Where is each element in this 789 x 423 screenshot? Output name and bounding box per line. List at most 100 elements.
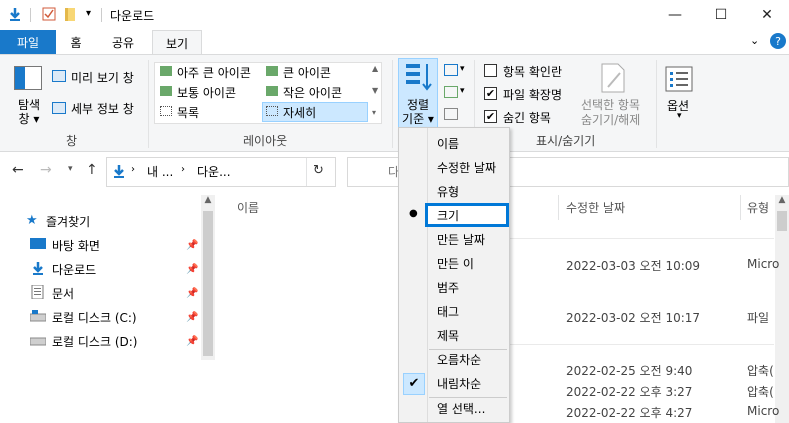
layout-large[interactable]: 큰 아이콘 <box>283 64 331 81</box>
sidebar-item-label: 로컬 디스크 (D:) <box>52 334 138 349</box>
navigation-pane-label2[interactable]: 창 ▾ <box>14 110 44 127</box>
pin-icon[interactable]: 📌 <box>186 336 198 347</box>
details-pane-button[interactable]: 세부 정보 창 <box>71 100 134 117</box>
sidebar-item-label: 로컬 디스크 (C:) <box>52 310 137 325</box>
tab-view[interactable]: 보기 <box>152 30 202 55</box>
layout-extra-large[interactable]: 아주 큰 아이콘 <box>177 64 251 81</box>
ribbon-separator <box>148 60 149 148</box>
ribbon-separator <box>656 60 657 148</box>
item-checkboxes-checkbox[interactable] <box>484 64 497 77</box>
refresh-icon[interactable]: ↻ <box>313 163 324 178</box>
breadcrumb-chevron-icon[interactable]: › <box>131 164 135 175</box>
forward-arrow-icon[interactable]: → <box>40 162 52 178</box>
details-icon <box>266 106 278 116</box>
recent-locations-icon[interactable]: ▾ <box>68 164 73 174</box>
column-header-type[interactable]: 유형 <box>747 199 769 216</box>
sidebar-item-label: 문서 <box>52 286 75 301</box>
tab-file[interactable]: 파일 <box>0 30 56 54</box>
close-button[interactable]: ✕ <box>744 0 789 30</box>
customize-qa-icon[interactable]: ▾ <box>86 8 91 19</box>
pin-icon[interactable]: 📌 <box>186 240 198 251</box>
breadcrumb-downloads[interactable]: 다운... <box>197 163 231 180</box>
row-type: Micro <box>747 257 780 271</box>
menu-item-title[interactable]: 제목 <box>399 323 509 347</box>
preview-pane-button[interactable]: 미리 보기 창 <box>71 69 134 86</box>
menu-item-type[interactable]: 유형 <box>399 179 509 203</box>
gallery-more-icon[interactable]: ▾ <box>372 108 376 117</box>
extra-large-icons-icon <box>160 66 172 76</box>
menu-item-modified[interactable]: 수정한 날짜 <box>399 155 509 179</box>
properties-icon[interactable] <box>42 7 56 21</box>
column-divider[interactable] <box>558 195 559 220</box>
qa-separator <box>30 8 31 22</box>
menu-item-name[interactable]: 이름 <box>399 131 509 155</box>
ribbon-separator <box>392 60 393 148</box>
layout-list[interactable]: 목록 <box>177 104 199 121</box>
hidden-items-label[interactable]: 숨긴 항목 <box>503 109 551 126</box>
back-arrow-icon[interactable]: ← <box>12 162 24 178</box>
sidebar-item-documents[interactable]: 문서 <box>30 282 74 304</box>
menu-item-author[interactable]: 만든 이 <box>399 251 509 275</box>
new-folder-icon[interactable] <box>64 7 78 21</box>
column-header-modified[interactable]: 수정한 날짜 <box>566 199 625 216</box>
maximize-button[interactable]: ☐ <box>698 0 744 30</box>
gallery-up-icon[interactable]: ▲ <box>372 64 378 73</box>
address-separator <box>306 158 307 186</box>
add-columns-icon[interactable] <box>444 86 458 98</box>
layout-small[interactable]: 작은 아이콘 <box>283 84 342 101</box>
row-date: 2022-02-22 오후 4:27 <box>566 406 693 420</box>
pin-icon[interactable]: 📌 <box>186 288 198 299</box>
desktop-icon <box>30 237 46 253</box>
layout-details[interactable]: 자세히 <box>283 104 316 121</box>
file-extensions-label[interactable]: 파일 확장명 <box>503 86 562 103</box>
group-by-icon[interactable] <box>444 64 458 76</box>
sidebar-item-drive-d[interactable]: 로컬 디스크 (D:) <box>29 330 138 352</box>
sidebar-item-desktop[interactable]: 바탕 화면 <box>30 234 100 256</box>
sidebar-scrollbar[interactable]: ▲ <box>201 195 215 360</box>
menu-item-size[interactable]: 크기 <box>399 203 509 227</box>
tab-home[interactable]: 홈 <box>58 30 94 54</box>
help-icon[interactable]: ? <box>770 33 786 49</box>
large-icons-icon <box>266 66 278 76</box>
up-arrow-icon[interactable]: ↑ <box>86 162 98 178</box>
group-by-dropdown-icon[interactable]: ▾ <box>460 64 465 74</box>
column-divider[interactable] <box>740 195 741 220</box>
row-date: 2022-03-03 오전 10:09 <box>566 259 701 273</box>
group-label-panes: 창 <box>66 134 78 148</box>
options-dropdown-icon[interactable]: ▾ <box>677 111 682 121</box>
navigation-pane-icon[interactable] <box>14 66 42 90</box>
sidebar-item-label: 바탕 화면 <box>52 238 100 253</box>
tab-share[interactable]: 공유 <box>100 30 146 54</box>
menu-item-tags[interactable]: 태그 <box>399 299 509 323</box>
menu-item-category[interactable]: 범주 <box>399 275 509 299</box>
size-columns-icon[interactable] <box>444 108 458 120</box>
layout-medium[interactable]: 보통 아이콘 <box>177 84 236 101</box>
item-checkboxes-label[interactable]: 항목 확인란 <box>503 63 562 80</box>
pin-icon[interactable]: 📌 <box>186 312 198 323</box>
add-columns-dropdown-icon[interactable]: ▾ <box>460 86 465 96</box>
quick-access-label[interactable]: 즐겨찾기 <box>46 213 90 230</box>
file-extensions-checkbox[interactable]: ✔ <box>484 87 497 100</box>
breadcrumb-chevron-icon[interactable]: › <box>181 164 185 175</box>
details-pane-icon <box>52 102 66 114</box>
sidebar-item-drive-c[interactable]: 로컬 디스크 (C:) <box>29 306 137 328</box>
menu-item-created[interactable]: 만든 날짜 <box>399 227 509 251</box>
gallery-down-icon[interactable]: ▼ <box>372 86 378 95</box>
download-arrow-icon[interactable] <box>8 7 22 21</box>
row-type: Micro <box>747 404 780 418</box>
sort-by-label2[interactable]: 기준 ▾ <box>398 110 438 127</box>
menu-item-ascending[interactable]: 오름차순 <box>399 347 509 371</box>
hidden-items-checkbox[interactable]: ✔ <box>484 110 497 123</box>
column-header-name[interactable]: 이름 <box>237 199 259 216</box>
star-icon: ★ <box>26 213 38 228</box>
sidebar-item-downloads[interactable]: 다운로드 <box>30 258 96 280</box>
sidebar-item-label: 다운로드 <box>52 262 97 277</box>
group-label-show-hide: 표시/숨기기 <box>536 134 596 148</box>
content-scrollbar[interactable]: ▲ <box>775 195 789 423</box>
pin-icon[interactable]: 📌 <box>186 264 198 275</box>
menu-item-choose-columns[interactable]: 열 선택... <box>399 396 509 420</box>
minimize-button[interactable]: — <box>652 0 698 30</box>
breadcrumb-this-pc[interactable]: 내 ... <box>147 163 173 180</box>
ribbon-expand-icon[interactable]: ⌄ <box>750 34 759 47</box>
menu-item-descending[interactable]: 내림차순 <box>399 371 509 395</box>
